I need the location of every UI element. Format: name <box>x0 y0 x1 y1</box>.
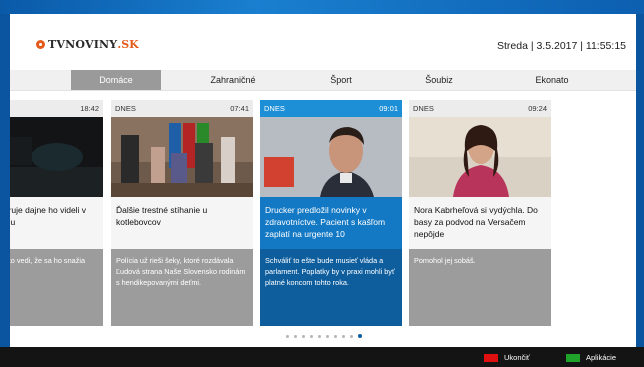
pagination-dot[interactable] <box>294 335 297 338</box>
card-description: Schváliť to ešte bude musieť vláda a par… <box>260 249 402 326</box>
card-source: DNES <box>264 104 285 113</box>
card-image-portrait-woman <box>409 117 551 197</box>
pagination-dot[interactable] <box>334 335 337 338</box>
pagination-dot[interactable] <box>310 335 313 338</box>
card-time: 09:01 <box>379 104 398 113</box>
apps-key-hint[interactable]: Aplikácie <box>566 353 616 362</box>
tv-frame-right <box>636 14 644 347</box>
card-description: Pomohol jej sobáš. <box>409 249 551 326</box>
card-source: DNES <box>115 104 136 113</box>
pagination-dot[interactable] <box>350 335 353 338</box>
pagination-dot[interactable] <box>326 335 329 338</box>
card-description: koly ale všetko vedi, že sa ho snažia ov… <box>10 249 103 326</box>
card-title: Drucker predložil novinky v zdravotníctv… <box>260 197 402 249</box>
card-image-portrait-man <box>260 117 402 197</box>
card-time: 07:41 <box>230 104 249 113</box>
exit-key-hint[interactable]: Ukončiť <box>484 353 530 362</box>
card-header: 18:42 <box>10 100 103 117</box>
pagination-dot[interactable] <box>302 335 305 338</box>
card-time: 09:24 <box>528 104 547 113</box>
pagination-dot[interactable] <box>318 335 321 338</box>
card-header: DNES 09:01 <box>260 100 402 117</box>
exit-key-label: Ukončiť <box>504 353 530 362</box>
news-app-screen: TVNOVINY .SK Streda | 3.5.2017 | 11:55:1… <box>10 14 636 347</box>
logo-domain-text: .SK <box>117 38 139 51</box>
pagination-dot[interactable] <box>342 335 345 338</box>
tv-frame-left <box>0 14 10 347</box>
card-header: DNES 09:24 <box>409 100 551 117</box>
card-image-event-photo <box>111 117 253 197</box>
red-key-icon <box>484 353 498 362</box>
nav-tab-zahranicne[interactable]: Zahraničné <box>188 70 278 90</box>
pagination-dot[interactable] <box>286 335 289 338</box>
news-card-kotlebovci[interactable]: DNES 07:41 Ďalšie trestné stíhanie u kot… <box>111 100 253 326</box>
nav-tab-domace[interactable]: Domáce <box>71 70 161 90</box>
card-description: Polícia už rieši šeky, ktoré rozdávala Ľ… <box>111 249 253 326</box>
apps-key-label: Aplikácie <box>586 353 617 362</box>
logo-text: TVNOVINY <box>48 38 118 51</box>
app-header: TVNOVINY .SK Streda | 3.5.2017 | 11:55:1… <box>10 14 636 70</box>
card-header: DNES 07:41 <box>111 100 253 117</box>
nav-tab-ekonato[interactable]: Ekonato <box>507 70 597 90</box>
news-card-kabrhelova[interactable]: DNES 09:24 Nora Kabrheľová si vydýchla. … <box>409 100 551 326</box>
card-time: 18:42 <box>80 104 99 113</box>
news-card-hidden-camera[interactable]: 18:42 školy vyšetruje dajne ho videli v … <box>10 100 103 326</box>
card-image-dark-scene <box>10 117 103 197</box>
card-title: Nora Kabrheľová si vydýchla. Do basy za … <box>409 197 551 249</box>
nav-tab-sport[interactable]: Šport <box>296 70 386 90</box>
card-title: Ďalšie trestné stíhanie u kotlebovcov <box>111 197 253 249</box>
card-source: DNES <box>413 104 434 113</box>
tv-frame-top <box>0 0 644 14</box>
news-carousel: 18:42 školy vyšetruje dajne ho videli v … <box>10 100 636 326</box>
carousel-pagination <box>286 334 367 340</box>
green-key-icon <box>566 353 580 362</box>
category-nav: Domáce Zahraničné Šport Šoubiz Ekonato <box>10 70 636 91</box>
tvnoviny-logo[interactable]: TVNOVINY .SK <box>36 38 139 51</box>
news-card-drucker[interactable]: DNES 09:01 Drucker predložil novinky v z… <box>260 100 402 326</box>
card-title: školy vyšetruje dajne ho videli v rostit… <box>10 197 103 249</box>
nav-tab-soubiz[interactable]: Šoubiz <box>394 70 484 90</box>
logo-circle-icon <box>36 40 45 49</box>
remote-key-bar: Ukončiť Aplikácie <box>0 347 644 367</box>
pagination-dot-active[interactable] <box>358 334 362 338</box>
date-time-display: Streda | 3.5.2017 | 11:55:15 <box>496 40 626 52</box>
